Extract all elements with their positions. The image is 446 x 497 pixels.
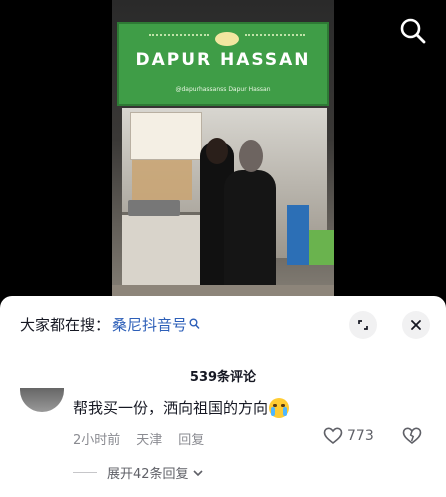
- heart-icon: [323, 427, 343, 445]
- chevron-down-icon: [192, 469, 203, 476]
- trending-search-row: 大家都在搜： 桑尼抖音号: [20, 314, 200, 334]
- green-bin: [309, 230, 334, 265]
- sign-logo: [215, 32, 239, 46]
- trending-search-link[interactable]: 桑尼抖音号: [112, 314, 200, 335]
- dislike-heart-icon: [402, 427, 422, 445]
- comment-meta: 2小时前 天津 回复: [73, 429, 220, 448]
- blue-container: [287, 205, 309, 265]
- avatar[interactable]: [20, 388, 64, 412]
- like-count: 773: [347, 428, 374, 444]
- crying-emoji-icon: [269, 397, 290, 418]
- dislike-button[interactable]: [402, 427, 422, 449]
- expand-icon: [358, 320, 368, 330]
- person-right: [224, 140, 276, 295]
- video-player[interactable]: DAPUR HASSAN @dapurhassanss Dapur Hassan: [0, 0, 446, 310]
- close-icon: [411, 320, 421, 330]
- sign-decoration: [149, 34, 209, 46]
- sign-social-handles: @dapurhassanss Dapur Hassan: [175, 86, 271, 93]
- comment-text: 帮我买一份，洒向祖国的方向: [73, 399, 269, 417]
- comment-location: 天津: [136, 433, 163, 448]
- video-frame: DAPUR HASSAN @dapurhassanss Dapur Hassan: [112, 0, 334, 310]
- trending-query: 桑尼抖音号: [112, 315, 188, 334]
- search-button[interactable]: [398, 16, 428, 46]
- expand-replies-button[interactable]: 展开42条回复: [73, 463, 204, 482]
- menu-board: [130, 112, 202, 160]
- comment-time: 2小时前: [73, 433, 121, 448]
- trending-label: 大家都在搜：: [20, 315, 111, 334]
- sign-decoration: [245, 34, 305, 46]
- expand-button[interactable]: [349, 311, 377, 339]
- close-button[interactable]: [402, 311, 430, 339]
- comment-body: 帮我买一份，洒向祖国的方向: [73, 397, 290, 418]
- search-icon: [400, 18, 426, 44]
- comment-sheet: 大家都在搜： 桑尼抖音号 539条评论 帮我买一份，洒向祖国的方向 2小时前 天…: [0, 296, 446, 497]
- reply-button[interactable]: 回复: [178, 429, 204, 448]
- comment-count: 539条评论: [189, 370, 257, 385]
- food-shelf: [132, 160, 192, 200]
- like-button[interactable]: 773: [323, 427, 374, 445]
- shop-signboard: DAPUR HASSAN @dapurhassanss Dapur Hassan: [117, 22, 329, 106]
- search-small-icon: [189, 318, 200, 329]
- divider-line: [73, 472, 97, 473]
- expand-replies-label: 展开42条回复: [107, 467, 189, 482]
- food-tray: [128, 200, 180, 216]
- sign-title: DAPUR HASSAN: [135, 50, 311, 70]
